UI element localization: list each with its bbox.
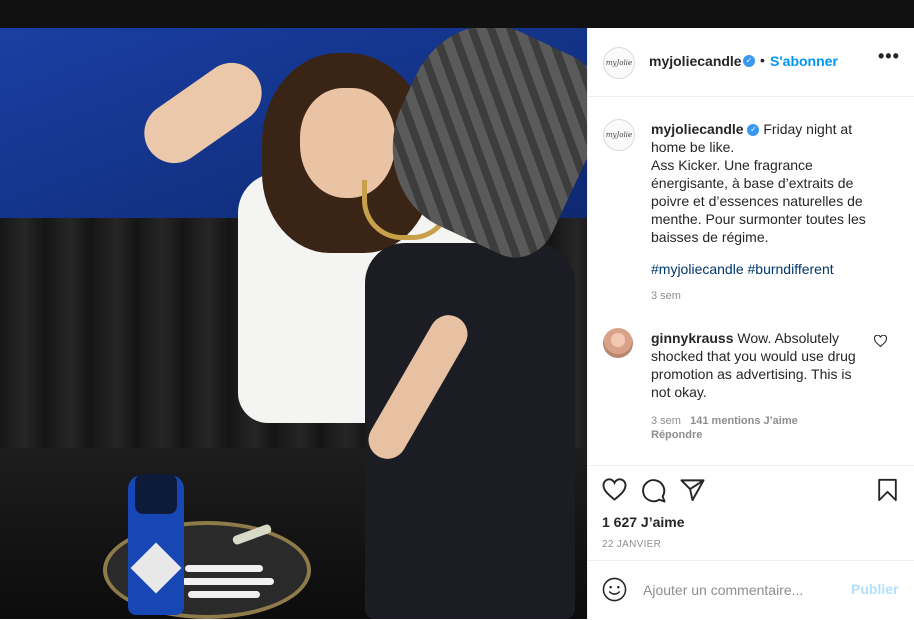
post-photo[interactable]: [0, 28, 587, 619]
powder-line: [185, 565, 263, 572]
verified-badge-icon: ✓: [743, 55, 755, 67]
powder-line: [182, 578, 274, 585]
top-black-bar: [0, 0, 914, 28]
follow-button[interactable]: S'abonner: [770, 53, 838, 69]
comment-heart-icon[interactable]: [874, 335, 887, 347]
caption-body: Ass Kicker. Une fragrance énergisante, à…: [651, 157, 866, 245]
post-header: myJolie myjoliecandle ✓ • S'abonner •••: [588, 28, 914, 97]
comment-text: ginnykrauss Wow. Absolutely shocked that…: [651, 329, 861, 401]
like-heart-icon[interactable]: [602, 478, 627, 501]
comment-input[interactable]: [641, 578, 845, 602]
caption-text: myjoliecandle ✓ Friday night at home be …: [651, 120, 879, 246]
save-bookmark-icon[interactable]: [877, 478, 898, 502]
caption-username-link[interactable]: myjoliecandle: [651, 121, 744, 137]
post-actions: 1 627 J’aime 22 JANVIER: [588, 465, 914, 560]
comments-list[interactable]: myJolie myjoliecandle ✓ Friday night at …: [588, 97, 914, 465]
more-options-icon[interactable]: •••: [878, 46, 900, 67]
comment-timestamp[interactable]: 3 sem: [651, 415, 681, 427]
brand-avatar[interactable]: myJolie: [603, 47, 635, 79]
caption-avatar[interactable]: myJolie: [603, 119, 635, 151]
caption-hashtags[interactable]: #myjoliecandle #burndifferent: [651, 261, 834, 277]
verified-badge-icon: ✓: [747, 124, 760, 137]
bottle-cap: [135, 474, 177, 514]
share-paper-plane-icon[interactable]: [680, 478, 705, 502]
comment-username-link[interactable]: ginnykrauss: [651, 330, 733, 346]
commenter-avatar[interactable]: [603, 328, 633, 358]
post-side-panel: myJolie myjoliecandle ✓ • S'abonner ••• …: [587, 28, 914, 619]
comment-bubble-icon[interactable]: [641, 478, 666, 503]
comment-likes-count[interactable]: 141 mentions J’aime: [690, 415, 798, 427]
powder-line: [188, 591, 260, 598]
comment-meta: 3 sem 141 mentions J’aime Répondre: [651, 414, 798, 442]
emoji-smiley-icon[interactable]: [602, 577, 627, 602]
header-username-link[interactable]: myjoliecandle: [649, 53, 742, 69]
instagram-post: myJolie myjoliecandle ✓ • S'abonner ••• …: [0, 28, 914, 619]
reply-button[interactable]: Répondre: [651, 428, 798, 442]
likes-count[interactable]: 1 627 J’aime: [602, 514, 685, 530]
caption-timestamp[interactable]: 3 sem: [651, 290, 681, 302]
publish-button[interactable]: Publier: [851, 581, 898, 597]
header-separator: •: [760, 52, 765, 68]
add-comment-bar: Publier: [588, 560, 914, 620]
post-date[interactable]: 22 JANVIER: [602, 539, 661, 550]
